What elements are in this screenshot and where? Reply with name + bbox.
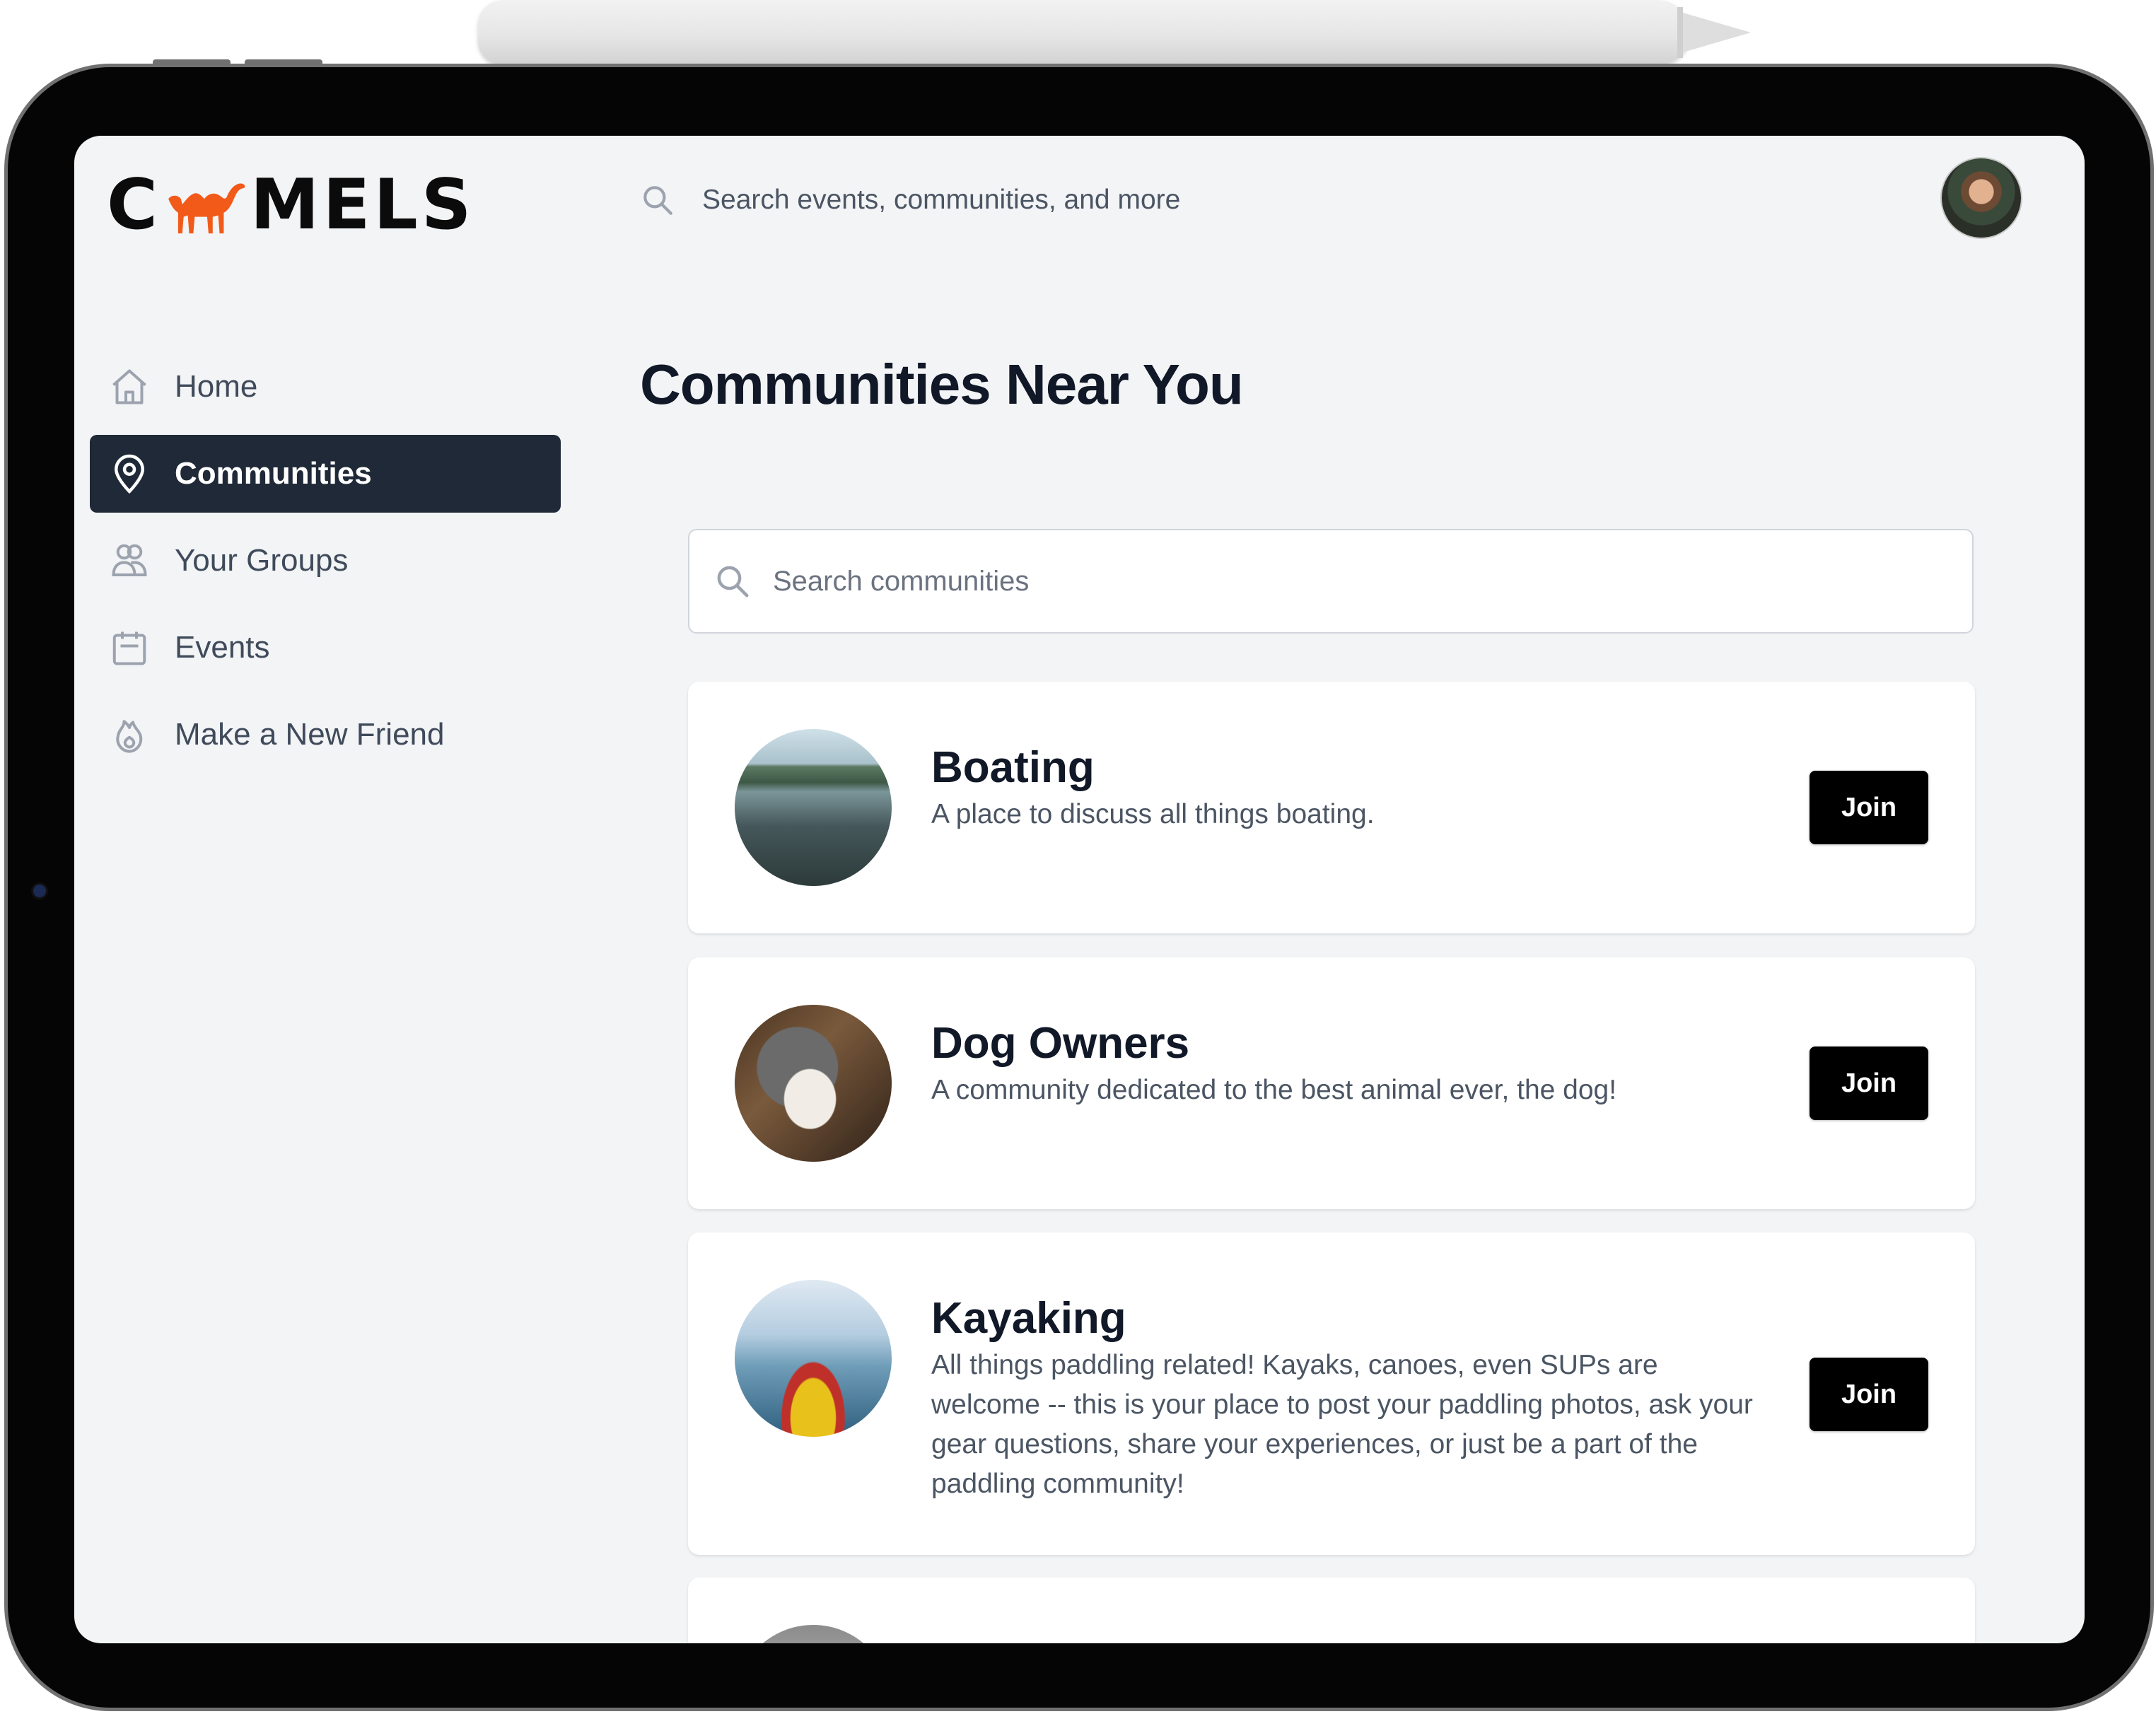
community-card-boating[interactable]: Boating A place to discuss all things bo…	[688, 682, 1975, 933]
dog-photo	[735, 1005, 892, 1162]
community-name: Boating	[931, 743, 1095, 792]
home-icon	[112, 369, 146, 404]
community-card-kayaking[interactable]: Kayaking All things paddling related! Ka…	[688, 1232, 1975, 1555]
community-description: All things paddling related! Kayaks, can…	[931, 1350, 1753, 1499]
sidebar-item-home[interactable]: Home	[90, 348, 561, 426]
sidebar-item-events[interactable]: Events	[90, 609, 561, 687]
front-camera	[31, 882, 48, 899]
community-search-input[interactable]: Search communities	[773, 566, 1029, 597]
sidebar-item-label: Events	[175, 630, 270, 665]
page-title: Communities Near You	[640, 353, 1244, 416]
boat-on-lake-photo	[735, 729, 892, 886]
apple-pencil	[478, 0, 1690, 65]
global-search[interactable]: Search events, communities, and more	[640, 175, 1180, 225]
search-icon	[643, 186, 672, 215]
sidebar-item-label: Home	[175, 369, 258, 404]
join-button[interactable]: Join	[1810, 1047, 1928, 1120]
sidebar-nav: Home Communities Your Groups Events Make…	[90, 348, 561, 783]
community-description: A place to discuss all things boating.	[931, 799, 1375, 829]
kayak-photo	[735, 1280, 892, 1437]
community-card-partial[interactable]	[688, 1578, 1975, 1643]
community-name: Kayaking	[931, 1294, 1126, 1343]
sidebar-item-communities[interactable]: Communities	[90, 435, 561, 513]
sidebar-item-label: Your Groups	[175, 543, 349, 578]
apple-pencil-ring	[1677, 7, 1683, 58]
join-button[interactable]: Join	[1810, 771, 1928, 844]
calendar-icon	[112, 631, 146, 665]
app-screen: C MELS Search events, communities, and m…	[74, 136, 2085, 1643]
map-pin-icon	[114, 454, 145, 494]
sidebar-item-make-a-new-friend[interactable]: Make a New Friend	[90, 696, 561, 774]
join-button[interactable]: Join	[1810, 1358, 1928, 1431]
logo-text-left: C	[107, 165, 161, 245]
camels-logo[interactable]: C MELS	[107, 165, 475, 245]
community-photo	[735, 1625, 892, 1643]
users-icon	[112, 544, 147, 576]
global-search-input[interactable]: Search events, communities, and more	[702, 185, 1180, 216]
fire-icon	[116, 720, 143, 753]
camel-icon	[168, 183, 245, 234]
community-description: A community dedicated to the best animal…	[931, 1075, 1617, 1105]
community-name: Dog Owners	[931, 1019, 1190, 1068]
sidebar-item-your-groups[interactable]: Your Groups	[90, 522, 561, 600]
search-icon	[717, 566, 749, 597]
apple-pencil-tip	[1683, 13, 1751, 52]
community-search[interactable]: Search communities	[688, 529, 1974, 634]
logo-text-right: MELS	[250, 165, 475, 245]
sidebar-item-label: Make a New Friend	[175, 717, 445, 752]
community-card-dog-owners[interactable]: Dog Owners A community dedicated to the …	[688, 957, 1975, 1209]
sidebar-item-label: Communities	[175, 456, 372, 491]
user-avatar[interactable]	[1942, 158, 2021, 238]
